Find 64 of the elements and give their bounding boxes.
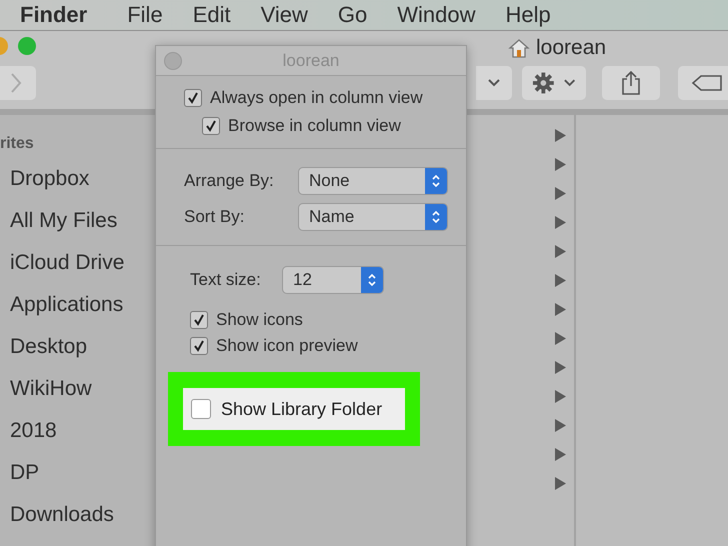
menu-item[interactable]: Window xyxy=(397,2,476,28)
text-size-popup[interactable]: 12 xyxy=(282,266,384,294)
disclosure-arrow-icon xyxy=(555,216,566,229)
share-icon xyxy=(620,70,642,96)
popup-label: Sort By: xyxy=(184,207,246,227)
sidebar-item[interactable]: 2018 xyxy=(0,419,155,461)
sidebar-item[interactable]: iCloud Drive xyxy=(0,251,155,293)
disclosure-arrow-icon xyxy=(555,332,566,345)
disclosure-arrow-icon xyxy=(555,129,566,142)
popup-label: Arrange By: xyxy=(184,171,275,191)
disclosure-arrow-icon xyxy=(555,390,566,403)
checkbox-label: Show icons xyxy=(216,310,303,330)
menu-item[interactable]: Edit xyxy=(192,2,231,28)
sidebar-item[interactable]: Downloads xyxy=(0,503,155,545)
disclosure-arrow-icon xyxy=(555,361,566,374)
sidebar-item[interactable]: DP xyxy=(0,461,155,503)
disclosure-arrow-icon xyxy=(555,245,566,258)
up-down-arrows-icon xyxy=(431,173,441,189)
checkmark-icon xyxy=(187,92,199,104)
menu-item[interactable]: Finder xyxy=(20,2,88,28)
gear-icon xyxy=(532,71,555,95)
tag-icon xyxy=(691,74,723,92)
up-down-arrows-icon xyxy=(431,209,441,225)
sidebar-item[interactable]: Dropbox xyxy=(0,167,155,209)
chevron-right-icon xyxy=(10,72,22,94)
checkbox-label: Browse in column view xyxy=(228,116,401,136)
checkbox-label: Always open in column view xyxy=(210,88,423,108)
disclosure-arrow-icon xyxy=(555,419,566,432)
sidebar-item[interactable]: All My Files xyxy=(0,209,155,251)
checkbox[interactable] xyxy=(202,117,220,135)
popup-button[interactable]: None xyxy=(298,167,448,195)
menu-item[interactable]: Help xyxy=(506,2,551,28)
sidebar-item[interactable]: Desktop xyxy=(0,335,155,377)
sidebar-header: rites xyxy=(0,135,35,153)
checkbox-label: Show icon preview xyxy=(216,336,358,356)
sidebar-item[interactable]: WikiHow xyxy=(0,377,155,419)
disclosure-arrow-icon xyxy=(555,187,566,200)
disclosure-arrow-icon xyxy=(555,448,566,461)
up-down-arrows-icon xyxy=(367,272,377,288)
checkbox[interactable] xyxy=(184,89,202,107)
disclosure-arrow-icon xyxy=(555,303,566,316)
checkmark-icon xyxy=(193,314,205,326)
caret-icon xyxy=(487,78,501,88)
checkbox-label: Show Library Folder xyxy=(221,398,382,420)
checkmark-icon xyxy=(193,340,205,352)
tag-button[interactable] xyxy=(678,66,728,100)
share-button[interactable] xyxy=(602,66,660,100)
popup-button[interactable]: Name xyxy=(298,203,448,231)
checkbox[interactable] xyxy=(190,337,208,355)
sidebar-item[interactable]: Applications xyxy=(0,293,155,335)
disclosure-arrow-icon xyxy=(555,274,566,287)
menu-item[interactable]: View xyxy=(260,2,308,28)
checkmark-icon xyxy=(205,120,217,132)
menu-item[interactable]: Go xyxy=(338,2,368,28)
checkbox[interactable] xyxy=(191,399,211,419)
disclosure-arrow-icon xyxy=(555,158,566,171)
house-icon xyxy=(508,38,530,58)
disclosure-arrow-icon xyxy=(555,477,566,490)
action-button[interactable] xyxy=(522,66,586,100)
text-size-label: Text size: xyxy=(190,270,262,290)
menu-item[interactable]: File xyxy=(127,2,163,28)
checkbox[interactable] xyxy=(190,311,208,329)
window-title: loorean xyxy=(536,36,606,60)
caret-icon xyxy=(562,78,576,88)
